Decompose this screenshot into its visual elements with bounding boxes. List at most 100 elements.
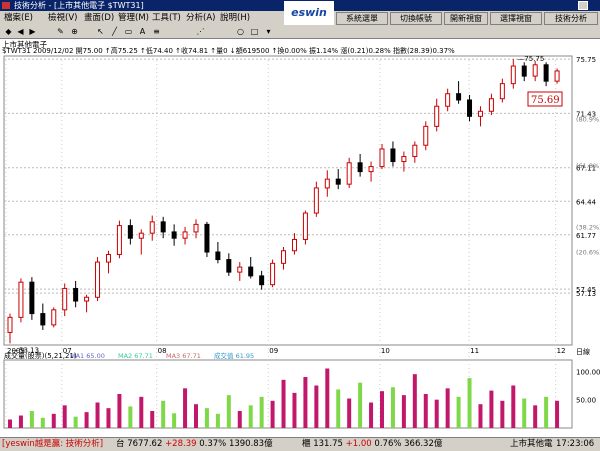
volume-bar <box>150 411 155 428</box>
y-pct-label: (80.9%) <box>576 115 600 123</box>
volume-bar <box>248 405 253 428</box>
volume-ma-label: MA1 65.00 <box>70 352 105 360</box>
volume-bar <box>281 379 286 428</box>
volume-bar <box>106 408 111 428</box>
candle-body <box>390 148 396 163</box>
volume-ma-label: MA2 67.71 <box>118 352 153 360</box>
volume-bar <box>8 419 12 428</box>
menu-analysis[interactable]: 分析(A) <box>186 11 215 25</box>
candle-body <box>488 98 494 112</box>
volume-bar <box>412 374 417 428</box>
candle-body <box>116 225 122 256</box>
minimize-button[interactable] <box>578 1 588 10</box>
volume-bar <box>380 391 384 428</box>
candle-body <box>138 232 144 239</box>
candle-body <box>160 221 166 233</box>
menu-view[interactable]: 檢視(V) <box>48 11 77 25</box>
square-icon[interactable]: □ <box>250 27 259 36</box>
menu-tools[interactable]: 工具(T) <box>152 11 181 25</box>
rect-icon[interactable]: ▭ <box>124 27 133 36</box>
bars-icon[interactable]: ≡ <box>152 27 161 36</box>
volume-bar <box>270 400 275 428</box>
menu-help[interactable]: 說明(H) <box>220 11 250 25</box>
y-pct-label: (20.6%) <box>576 248 600 256</box>
candle-body <box>423 125 429 146</box>
high-annotation: —75.75 <box>517 55 544 63</box>
candle-body <box>401 156 407 163</box>
volume-bar <box>172 413 177 428</box>
volume-bar <box>390 387 395 428</box>
volume-bar <box>347 398 352 428</box>
candle-body <box>237 266 243 273</box>
x-month-label: 10 <box>381 347 390 355</box>
volume-bar <box>117 394 122 428</box>
diamond-icon[interactable]: ◆ <box>4 27 13 36</box>
line-icon[interactable]: ╱ <box>110 27 119 36</box>
system-menu-button[interactable]: 系統選單 <box>336 12 388 25</box>
candle-body <box>204 223 210 253</box>
candle-body <box>248 266 254 277</box>
volume-bar <box>40 417 45 428</box>
candle-body <box>445 93 451 107</box>
arrow-right-icon[interactable]: ▶ <box>28 27 37 36</box>
volume-bar <box>73 416 78 428</box>
candle-body <box>456 93 462 101</box>
fan-icon[interactable]: ⋰ <box>196 27 205 36</box>
status-otc: 櫃 131.75 +1.00 0.76% 366.32億 <box>302 439 443 449</box>
chevron-down-icon[interactable]: ▾ <box>264 27 273 36</box>
menu-manage[interactable]: 管理(M) <box>118 11 149 25</box>
candle-body <box>105 254 111 263</box>
candle-body <box>215 251 221 261</box>
y-tick-label: 57.45 <box>576 286 596 294</box>
volume-bar <box>303 377 308 428</box>
volume-bar <box>522 398 527 428</box>
candle-body <box>499 83 505 100</box>
new-window-button[interactable]: 開新視窗 <box>444 12 488 25</box>
candle-body <box>259 275 265 286</box>
candle-body <box>62 287 68 311</box>
candle-body <box>510 65 516 85</box>
candle-body <box>127 225 133 239</box>
drawing-toolbar: ◆ ◀ ▶ ✎ ⊕ ↖ ╱ ▭ A ≡ ⋰ ○ □ ▾ <box>0 25 600 39</box>
price-chart[interactable]: 57.1357.4561.7764.4467.1171.4375.75(20.6… <box>0 38 600 438</box>
cursor-icon[interactable]: ↖ <box>96 27 105 36</box>
y-pct-label: (61.8%) <box>576 162 600 170</box>
volume-bar <box>62 405 67 428</box>
switch-account-button[interactable]: 切換帳號 <box>390 12 442 25</box>
volume-bar <box>467 378 472 428</box>
candle-body <box>467 99 473 117</box>
candle-body <box>335 178 341 185</box>
select-window-button[interactable]: 選擇視窗 <box>490 12 542 25</box>
volume-bar <box>325 368 330 428</box>
volume-bar <box>336 389 341 428</box>
tech-analysis-button[interactable]: 技術分析 <box>544 12 598 25</box>
volume-bar <box>259 396 264 428</box>
volume-bar <box>358 382 363 428</box>
volume-bar <box>161 400 166 428</box>
menu-file[interactable]: 檔案(E) <box>4 11 33 25</box>
window-title: 技術分析 - [上市其他電子 $TWT31] <box>14 1 144 10</box>
menu-screen[interactable]: 畫面(D) <box>84 11 114 25</box>
candle-body <box>226 259 232 273</box>
candle-body <box>281 250 287 264</box>
arrow-left-icon[interactable]: ◀ <box>16 27 25 36</box>
price-panel-frame <box>3 55 573 346</box>
candle-body <box>7 316 13 333</box>
status-taiex: 台 7677.62 +28.39 0.37% 1390.83億 <box>116 439 273 449</box>
zoom-icon[interactable]: ⊕ <box>70 27 79 36</box>
candle-body <box>554 70 560 82</box>
candle-body <box>29 281 35 315</box>
volume-bar <box>533 405 538 428</box>
candle-body <box>40 313 46 326</box>
status-clock: 17:23:06 <box>556 439 595 449</box>
candle-body <box>521 65 527 77</box>
candle-body <box>346 162 352 185</box>
volume-bar <box>423 394 428 428</box>
text-icon[interactable]: A <box>138 27 147 36</box>
circle-icon[interactable]: ○ <box>236 27 245 36</box>
candle-body <box>171 231 177 239</box>
pen-icon[interactable]: ✎ <box>56 27 65 36</box>
y-pct-label: (38.2%) <box>576 223 600 231</box>
axis-unit-label: 日線 <box>576 347 590 356</box>
volume-bar <box>314 385 319 428</box>
